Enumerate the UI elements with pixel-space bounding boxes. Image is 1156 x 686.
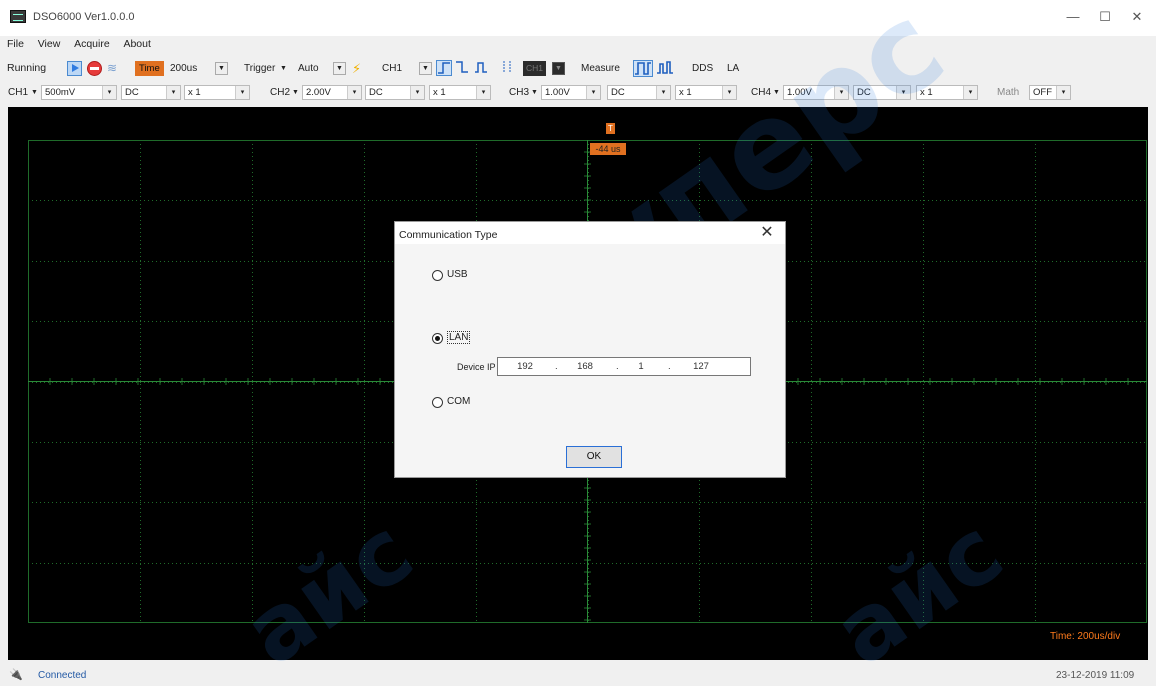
com-radio[interactable] bbox=[432, 397, 443, 408]
math-value: OFF bbox=[1033, 87, 1052, 98]
ip-octet-4[interactable]: 127 bbox=[686, 361, 716, 372]
menu-view[interactable]: View bbox=[38, 38, 61, 50]
chevron-down-icon: ▾ bbox=[347, 86, 361, 99]
stop-icon[interactable] bbox=[87, 61, 102, 76]
trigger-mode[interactable]: Auto bbox=[298, 60, 319, 77]
force-trigger-icon[interactable]: ⚡ bbox=[352, 60, 361, 77]
pulse-wave-icon[interactable] bbox=[656, 60, 676, 77]
math-label: Math bbox=[997, 87, 1020, 98]
usb-radio[interactable] bbox=[432, 270, 443, 281]
chevron-down-icon: ▾ bbox=[476, 86, 490, 99]
menu-bar: File View Acquire About bbox=[0, 38, 151, 54]
oscilloscope-app-icon bbox=[10, 10, 26, 23]
channel-select-badge[interactable]: CH1 bbox=[523, 61, 547, 76]
time-div-readout: Time: 200us/div bbox=[1050, 631, 1121, 642]
ch2-volts-select[interactable]: 2.00V ▾ bbox=[302, 85, 362, 100]
ip-address-field[interactable]: 192 . 168 . 1 . 127 bbox=[497, 357, 751, 376]
connection-plug-icon: 🔌 bbox=[9, 669, 23, 681]
com-radio-label[interactable]: COM bbox=[447, 396, 470, 407]
ch1-probe-value: x 1 bbox=[188, 87, 201, 98]
main-toolbar: Running ≋ Time 200us ▼ Trigger ▼ Auto ▼ … bbox=[0, 58, 1156, 80]
time-dropdown-arrow-icon[interactable]: ▼ bbox=[215, 62, 228, 75]
chevron-down-icon: ▾ bbox=[166, 86, 180, 99]
channel-settings-bar: CH1 ▼ 500mV ▾ DC ▾ x 1 ▾ CH2 ▼ 2.00V ▾ DC ▾ x… bbox=[0, 82, 1156, 104]
measure-label[interactable]: Measure bbox=[581, 60, 620, 77]
trigger-mode-dropdown-icon[interactable]: ▼ bbox=[333, 62, 346, 75]
trigger-chevron-icon: ▼ bbox=[280, 65, 287, 72]
ip-octet-1[interactable]: 192 bbox=[510, 361, 540, 372]
ip-octet-3[interactable]: 1 bbox=[626, 361, 656, 372]
rising-edge-icon[interactable] bbox=[436, 60, 452, 76]
time-label-badge: Time bbox=[135, 61, 164, 76]
trigger-position-marker[interactable]: T bbox=[606, 123, 615, 134]
status-datetime: 23-12-2019 11:09 bbox=[1056, 670, 1135, 681]
dds-button[interactable]: DDS bbox=[692, 60, 713, 77]
window-title: DSO6000 Ver1.0.0.0 bbox=[33, 11, 135, 23]
window-titlebar: DSO6000 Ver1.0.0.0 — ☐ ✕ bbox=[0, 0, 1156, 36]
trigger-source-dropdown-icon[interactable]: ▼ bbox=[419, 62, 432, 75]
chevron-down-icon: ▾ bbox=[410, 86, 424, 99]
falling-edge-icon[interactable] bbox=[455, 60, 471, 76]
ch2-label[interactable]: CH2 bbox=[270, 84, 290, 101]
chevron-down-icon: ▾ bbox=[1056, 86, 1070, 99]
square-wave-icon[interactable] bbox=[633, 60, 653, 77]
ch3-chevron-icon: ▼ bbox=[531, 89, 538, 96]
ch2-probe-value: x 1 bbox=[433, 87, 446, 98]
ch1-coupling-select[interactable]: DC ▾ bbox=[121, 85, 181, 100]
close-window-button[interactable]: ✕ bbox=[1119, 6, 1155, 28]
play-icon[interactable] bbox=[67, 61, 82, 76]
ip-octet-2[interactable]: 168 bbox=[570, 361, 600, 372]
ch2-probe-select[interactable]: x 1 ▾ bbox=[429, 85, 491, 100]
chevron-down-icon: ▾ bbox=[102, 86, 116, 99]
ch1-volts-select[interactable]: 500mV ▾ bbox=[41, 85, 117, 100]
ch1-probe-select[interactable]: x 1 ▾ bbox=[184, 85, 250, 100]
run-status-label: Running bbox=[7, 62, 47, 74]
ok-button[interactable]: OK bbox=[566, 446, 622, 468]
trigger-label[interactable]: Trigger bbox=[244, 60, 275, 77]
auto-set-icon[interactable]: ≋ bbox=[107, 60, 117, 77]
status-bar: 🔌 Connected 23-12-2019 11:09 bbox=[0, 666, 1156, 684]
trigger-time-label: -44 us bbox=[590, 143, 626, 155]
dialog-title: Communication Type bbox=[399, 229, 498, 241]
connection-status: Connected bbox=[38, 670, 87, 681]
dialog-titlebar: Communication Type ✕ bbox=[395, 222, 785, 244]
math-select[interactable]: OFF ▾ bbox=[1029, 85, 1071, 100]
channel-select-dropdown-icon[interactable]: ▼ bbox=[552, 62, 565, 75]
ip-separator: . bbox=[555, 361, 558, 372]
ch1-label[interactable]: CH1 bbox=[8, 84, 28, 101]
ch3-probe-value: x 1 bbox=[679, 87, 692, 98]
maximize-button[interactable]: ☐ bbox=[1087, 6, 1123, 28]
ch1-chevron-icon: ▼ bbox=[31, 89, 38, 96]
ip-separator: . bbox=[668, 361, 671, 372]
ch3-volts-value: 1.00V bbox=[545, 87, 570, 98]
la-button[interactable]: LA bbox=[727, 60, 739, 77]
menu-acquire[interactable]: Acquire bbox=[74, 38, 110, 50]
lan-radio[interactable] bbox=[432, 333, 443, 344]
ch3-coupling-value: DC bbox=[611, 87, 625, 98]
minimize-button[interactable]: — bbox=[1055, 6, 1091, 28]
menu-file[interactable]: File bbox=[7, 38, 24, 50]
ch1-volts-value: 500mV bbox=[45, 87, 76, 98]
dialog-close-button[interactable]: ✕ bbox=[756, 224, 778, 242]
ch2-volts-value: 2.00V bbox=[306, 87, 331, 98]
ch3-coupling-select[interactable]: DC ▾ bbox=[607, 85, 671, 100]
ip-separator: . bbox=[616, 361, 619, 372]
usb-radio-label[interactable]: USB bbox=[447, 269, 468, 280]
pulse-trigger-icon[interactable] bbox=[474, 60, 490, 76]
menu-about[interactable]: About bbox=[123, 38, 150, 50]
lan-radio-label[interactable]: LAN bbox=[447, 331, 471, 344]
ch3-label[interactable]: CH3 bbox=[509, 84, 529, 101]
time-value[interactable]: 200us bbox=[170, 60, 197, 77]
ch2-coupling-value: DC bbox=[369, 87, 383, 98]
ch1-coupling-value: DC bbox=[125, 87, 139, 98]
ch2-chevron-icon: ▼ bbox=[292, 89, 299, 96]
communication-type-dialog: Communication Type ✕ USB LAN Device IP A… bbox=[394, 221, 786, 478]
ch2-coupling-select[interactable]: DC ▾ bbox=[365, 85, 425, 100]
chevron-down-icon: ▾ bbox=[586, 86, 600, 99]
cursor-icon[interactable] bbox=[500, 60, 516, 76]
ch3-volts-select[interactable]: 1.00V ▾ bbox=[541, 85, 601, 100]
trigger-source[interactable]: CH1 bbox=[382, 60, 402, 77]
chevron-down-icon: ▾ bbox=[235, 86, 249, 99]
chevron-down-icon: ▾ bbox=[656, 86, 670, 99]
